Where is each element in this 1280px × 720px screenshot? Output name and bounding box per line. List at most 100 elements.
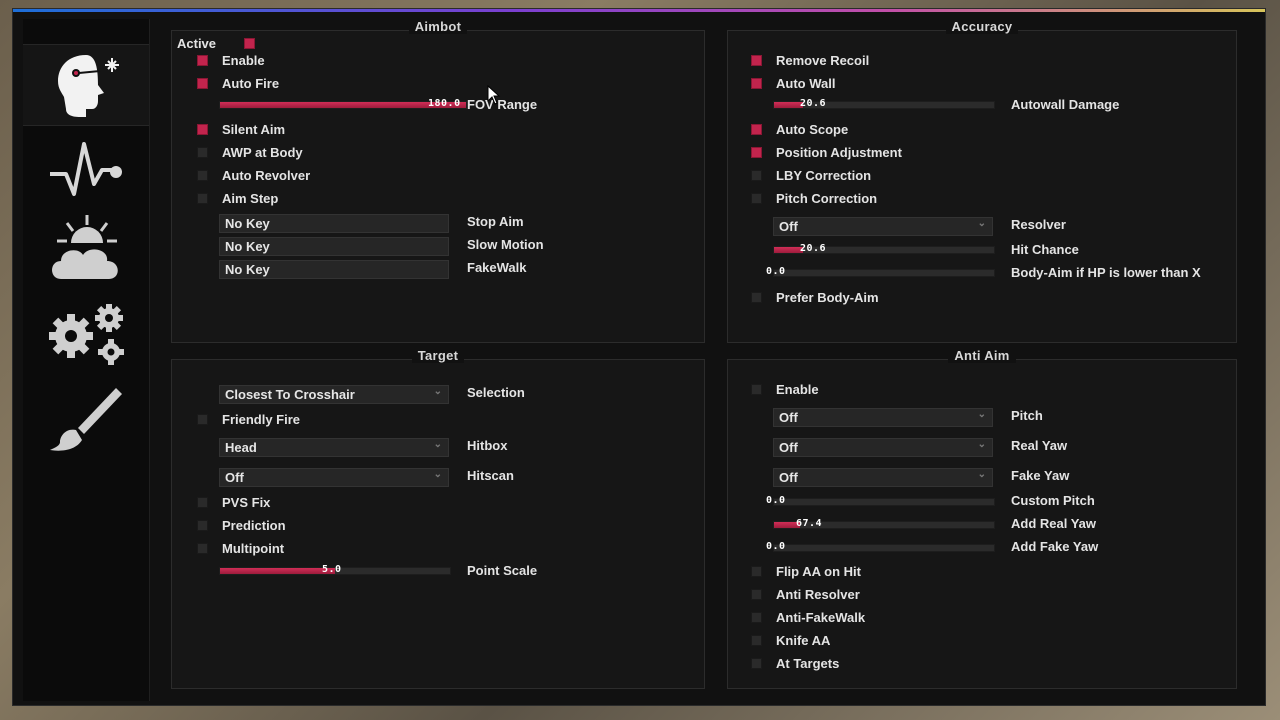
hitbox-dropdown[interactable]: Head	[219, 436, 449, 457]
friendly-fire-row[interactable]: Friendly Fire	[197, 409, 300, 429]
auto-wall-row[interactable]: Auto Wall	[751, 73, 835, 93]
checkbox[interactable]	[751, 54, 762, 66]
sidebar-tab-skins[interactable]	[23, 379, 149, 459]
checkbox[interactable]	[197, 54, 208, 66]
prediction-row[interactable]: Prediction	[197, 515, 286, 535]
sidebar-tab-visuals[interactable]	[23, 209, 149, 289]
pvs-fix-label: PVS Fix	[222, 494, 271, 510]
pitch-correction-label: Pitch Correction	[776, 190, 878, 206]
lby-correction-row[interactable]: LBY Correction	[751, 165, 871, 185]
prefer-body-aim-row[interactable]: Prefer Body-Aim	[751, 287, 879, 307]
knife-aa-row[interactable]: Knife AA	[751, 630, 830, 650]
hitscan-label: Hitscan	[467, 468, 514, 483]
hitbox-label: Hitbox	[467, 438, 508, 453]
add-fake-yaw-slider[interactable]: 0.0	[766, 541, 995, 552]
checkbox[interactable]	[751, 169, 762, 181]
stop-aim-keybind[interactable]: No Key	[219, 214, 449, 233]
hitscan-dropdown[interactable]: Off	[219, 466, 449, 487]
hit-chance-slider[interactable]: 20.6	[773, 243, 995, 254]
slider-value: 0.0	[766, 266, 786, 277]
checkbox[interactable]	[751, 611, 762, 623]
pitch-correction-row[interactable]: Pitch Correction	[751, 188, 877, 208]
checkbox[interactable]	[751, 657, 762, 669]
sidebar-tab-ragebot[interactable]	[23, 44, 149, 126]
sidebar-tab-pulse[interactable]	[23, 129, 149, 209]
multipoint-row[interactable]: Multipoint	[197, 538, 284, 558]
fake-yaw-label: Fake Yaw	[1011, 468, 1070, 483]
flip-aa-label: Flip AA on Hit	[776, 563, 861, 579]
sidebar-tab-settings[interactable]	[23, 294, 149, 374]
anti-resolver-row[interactable]: Anti Resolver	[751, 584, 860, 604]
checkbox[interactable]	[751, 565, 762, 577]
active-checkbox[interactable]	[244, 37, 256, 49]
cheat-menu-window: Aimbot Active Enable Auto Fire 180.0 FOV…	[12, 8, 1266, 706]
checkbox[interactable]	[751, 588, 762, 600]
checkbox[interactable]	[197, 542, 208, 554]
lby-correction-label: LBY Correction	[776, 167, 872, 183]
auto-fire-row[interactable]: Auto Fire	[197, 73, 279, 93]
selection-dropdown[interactable]: Closest To Crosshair	[219, 383, 449, 404]
checkbox[interactable]	[751, 146, 762, 158]
pitch-dropdown[interactable]: Off	[773, 406, 993, 427]
autowall-damage-slider[interactable]: 20.6	[773, 98, 995, 109]
add-real-yaw-label: Add Real Yaw	[1011, 516, 1097, 531]
checkbox[interactable]	[197, 519, 208, 531]
slider-value: 67.4	[796, 518, 823, 529]
multipoint-label: Multipoint	[222, 540, 285, 556]
knife-aa-label: Knife AA	[776, 632, 831, 648]
checkbox[interactable]	[197, 123, 208, 135]
body-aim-hp-slider[interactable]: 0.0	[766, 266, 995, 277]
add-real-yaw-slider[interactable]: 67.4	[773, 518, 995, 529]
fakewalk-keybind[interactable]: No Key	[219, 260, 449, 279]
flip-aa-row[interactable]: Flip AA on Hit	[751, 561, 861, 581]
aim-step-label: Aim Step	[222, 190, 279, 206]
fov-range-slider[interactable]: 180.0	[219, 98, 467, 109]
aimbot-enable-row[interactable]: Enable	[197, 50, 265, 70]
slider-fill	[774, 102, 803, 108]
brush-icon	[50, 388, 122, 451]
real-yaw-dropdown[interactable]: Off	[773, 436, 993, 457]
point-scale-slider[interactable]: 5.0	[219, 564, 451, 575]
enable-label: Enable	[222, 52, 265, 68]
custom-pitch-slider[interactable]: 0.0	[766, 495, 995, 506]
checkbox[interactable]	[197, 169, 208, 181]
remove-recoil-row[interactable]: Remove Recoil	[751, 50, 869, 70]
auto-scope-label: Auto Scope	[776, 121, 849, 137]
slow-motion-keybind[interactable]: No Key	[219, 237, 449, 256]
slider-fill	[774, 247, 803, 253]
position-adjustment-label: Position Adjustment	[776, 144, 902, 160]
checkbox[interactable]	[197, 496, 208, 508]
checkbox[interactable]	[751, 383, 762, 395]
checkbox[interactable]	[197, 192, 208, 204]
ragebot-head-icon	[58, 55, 119, 117]
checkbox[interactable]	[751, 634, 762, 646]
checkbox[interactable]	[751, 123, 762, 135]
slider-value: 0.0	[766, 495, 786, 506]
pitch-label: Pitch	[1011, 408, 1043, 423]
checkbox[interactable]	[197, 146, 208, 158]
pvs-fix-row[interactable]: PVS Fix	[197, 492, 270, 512]
checkbox[interactable]	[197, 413, 208, 425]
checkbox[interactable]	[751, 291, 762, 303]
aim-step-row[interactable]: Aim Step	[197, 188, 278, 208]
fake-yaw-dropdown[interactable]: Off	[773, 466, 993, 487]
auto-revolver-row[interactable]: Auto Revolver	[197, 165, 310, 185]
silent-aim-row[interactable]: Silent Aim	[197, 119, 285, 139]
checkbox[interactable]	[751, 77, 762, 89]
hit-chance-label: Hit Chance	[1011, 242, 1079, 257]
position-adjustment-row[interactable]: Position Adjustment	[751, 142, 902, 162]
awp-body-label: AWP at Body	[222, 144, 303, 160]
antiaim-title: Anti Aim	[948, 348, 1016, 363]
anti-fakewalk-row[interactable]: Anti-FakeWalk	[751, 607, 865, 627]
auto-scope-row[interactable]: Auto Scope	[751, 119, 848, 139]
sidebar	[23, 19, 150, 701]
checkbox[interactable]	[751, 192, 762, 204]
awp-body-row[interactable]: AWP at Body	[197, 142, 303, 162]
silent-aim-label: Silent Aim	[222, 121, 286, 137]
slider-value: 5.0	[322, 564, 342, 575]
at-targets-row[interactable]: At Targets	[751, 653, 839, 673]
antiaim-enable-row[interactable]: Enable	[751, 379, 819, 399]
fakewalk-label: FakeWalk	[467, 260, 527, 275]
checkbox[interactable]	[197, 77, 208, 89]
resolver-dropdown[interactable]: Off	[773, 215, 993, 236]
